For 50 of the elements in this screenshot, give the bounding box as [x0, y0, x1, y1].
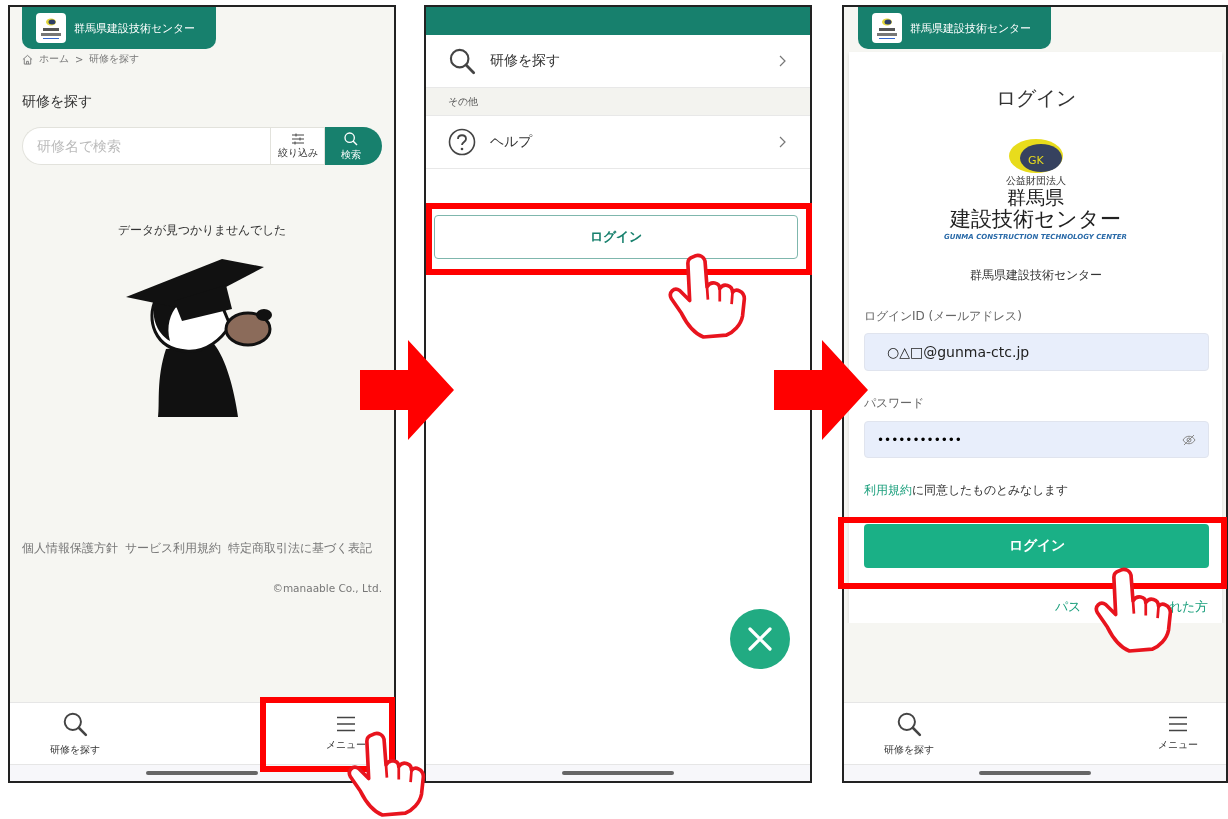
menu-item[interactable]: ヘルプ — [426, 116, 810, 169]
chevron-icon — [779, 55, 786, 67]
terms-notice: 利用規約に同意したものとみなします — [864, 482, 1069, 498]
login-button[interactable]: ログイン — [434, 215, 798, 259]
empty-message: データが見つかりませんでした — [117, 223, 287, 237]
footer-link[interactable]: サービス利用規約 — [125, 541, 221, 555]
field-label: パスワード — [864, 395, 925, 411]
search-button[interactable]: 検索 — [325, 127, 382, 165]
home-icon — [22, 53, 33, 65]
footer-link[interactable]: 特定商取引法に基づく表記 — [228, 541, 372, 555]
breadcrumb-separator: > — [75, 53, 84, 65]
filter-button[interactable]: 絞り込み — [270, 127, 325, 165]
site-title: 群馬県建設技術センター — [910, 20, 1031, 36]
help-icon — [448, 128, 476, 156]
nav-tab[interactable]: メニュー — [1158, 703, 1198, 764]
footer-link[interactable]: 個人情報保護方針 — [22, 541, 118, 555]
sliders-icon — [290, 132, 305, 145]
password-input[interactable]: •••••••••••• — [877, 432, 1182, 447]
forgot-password-link[interactable]: パス — [1055, 599, 1081, 615]
breadcrumb-current: 研修を探す — [89, 52, 140, 66]
pointing-hand-icon — [666, 252, 748, 340]
logo-text: 公益財団法人 — [1005, 176, 1066, 186]
chevron-icon — [779, 136, 786, 148]
search-icon — [448, 47, 476, 75]
logo-icon — [872, 13, 902, 43]
search-icon — [342, 130, 359, 147]
close-icon — [747, 626, 773, 652]
organization-name: 群馬県建設技術センター — [968, 267, 1103, 283]
login-title: ログイン — [994, 85, 1077, 111]
nav-tab[interactable]: 研修を探す — [884, 703, 934, 764]
terms-link[interactable]: 利用規約 — [864, 483, 912, 497]
password-field[interactable]: •••••••••••• — [864, 421, 1209, 458]
close-button[interactable] — [730, 609, 790, 669]
field-label: ログインID (メールアドレス) — [864, 308, 1023, 324]
forgot-password-link[interactable]: れた方 — [1169, 599, 1208, 615]
logo-text: 群馬県 — [1007, 188, 1064, 207]
logo-text: 建設技術センター — [950, 209, 1121, 230]
search-field[interactable]: 研修名で検索 — [22, 127, 270, 165]
copyright-text: ©manaable Co., Ltd. — [271, 581, 382, 595]
site-title: 群馬県建設技術センター — [74, 20, 195, 36]
search-icon — [896, 710, 922, 737]
breadcrumb-link[interactable]: ホーム — [39, 52, 69, 66]
logo-icon — [36, 13, 66, 43]
section-header: その他 — [426, 88, 810, 116]
right-arrow-icon — [360, 340, 454, 440]
logo-badge: GK — [1007, 138, 1064, 174]
menu-icon — [1168, 715, 1188, 732]
eye-off-icon[interactable] — [1182, 433, 1196, 446]
page-title: 研修を探す — [22, 92, 93, 111]
login-id-field[interactable]: ○△□@gunma-ctc.jp — [864, 333, 1209, 371]
